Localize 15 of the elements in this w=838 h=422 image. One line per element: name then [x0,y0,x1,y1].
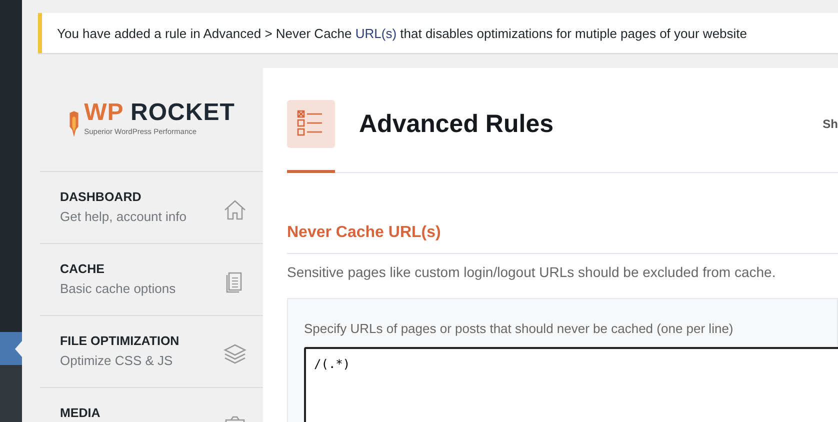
active-menu-item[interactable] [0,332,22,365]
header-text: Sh [822,117,838,131]
notice-text: You have added a rule in Advanced > Never Cache URL(s) that disables optimizations for mutiple pages of your website [57,26,748,40]
pointer-icon [15,341,22,357]
brand-name: WP ROCKET [84,99,235,127]
section-title: Never Cache URL(s) [287,224,442,242]
field-label: Specify URLs of pages or posts that should never be cached (one per line) [304,321,734,336]
page-title: Advanced Rules [359,110,554,138]
home-icon [223,198,247,222]
section-description: Sensitive pages like custom login/logout URLs should be excluded from cache. [287,264,777,280]
layers-icon [223,342,247,366]
checklist-icon [287,100,335,148]
rocket-icon [68,108,80,138]
urls-textarea[interactable]: /(.*) [304,347,838,422]
notice-link[interactable]: URL(s) [355,26,397,40]
